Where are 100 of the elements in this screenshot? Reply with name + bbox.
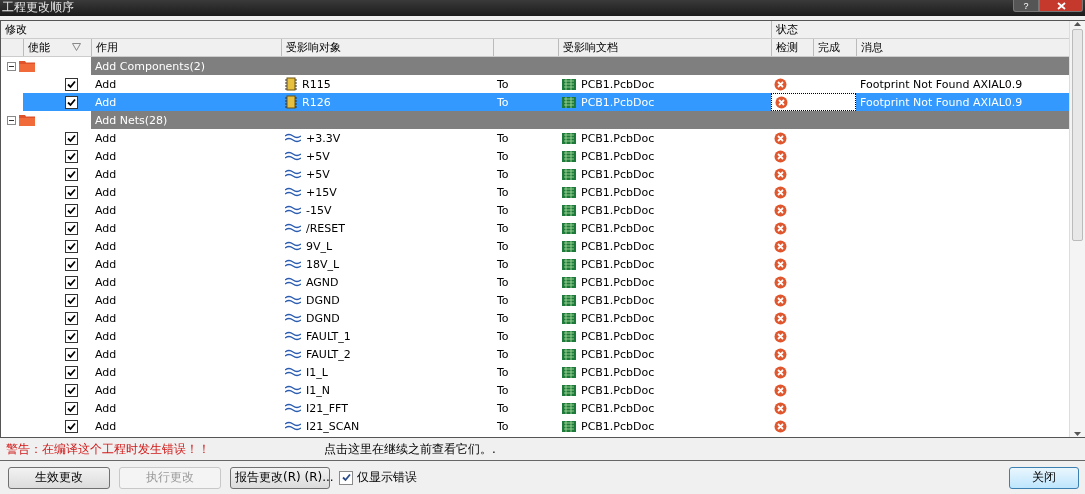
column-header[interactable]: 作用 [91,39,281,56]
close-icon[interactable] [1056,1,1066,10]
enable-checkbox[interactable] [65,257,78,271]
column-header[interactable]: 使能 [23,39,91,56]
document-text: PCB1.PcbDoc [581,419,655,433]
net-icon [285,331,301,341]
enable-checkbox[interactable] [65,221,78,235]
review-link[interactable]: 点击这里在继续之前查看它们。. [324,440,496,458]
enable-checkbox[interactable] [65,311,78,325]
enable-checkbox[interactable] [65,293,78,307]
to-text: To [496,185,510,199]
enable-checkbox[interactable] [65,239,78,253]
to-text: To [496,311,510,325]
action-text: Add [94,131,118,145]
net-icon [285,295,301,305]
only-errors-checkbox[interactable] [339,470,353,485]
column-header[interactable]: 检测 [771,39,813,56]
object-text: +3.3V [306,131,341,145]
pcb-document-icon [562,294,576,306]
net-icon [285,403,301,413]
net-icon [285,385,301,395]
error-icon [774,329,787,343]
error-icon [774,167,787,181]
object-text: +5V [306,149,330,163]
enable-checkbox[interactable] [65,167,78,181]
group-label: Add Components(2) [95,59,205,73]
close-button[interactable] [1039,0,1083,12]
pcb-document-icon [562,330,576,342]
enable-checkbox[interactable] [65,203,78,217]
column-header[interactable]: 完成 [813,39,856,56]
pcb-document-icon [562,204,576,216]
help-button[interactable]: ? [1013,0,1039,12]
net-icon [285,349,301,359]
action-text: Add [94,275,118,289]
net-icon [285,259,301,269]
enable-checkbox[interactable] [65,365,78,379]
error-icon [774,419,787,433]
document-text: PCB1.PcbDoc [581,383,655,397]
group-row[interactable]: Add Components(2) [91,57,1069,75]
column-header[interactable]: 受影响文档 [558,39,771,56]
collapse-icon[interactable] [7,115,16,125]
to-text: To [496,95,510,109]
pcb-document-icon [562,222,576,234]
object-text: /RESET [306,221,345,235]
net-icon [285,151,301,161]
pcb-document-icon [562,96,576,108]
enable-checkbox[interactable] [65,419,78,433]
action-text: Add [94,77,118,91]
pcb-document-icon [562,312,576,324]
action-text: Add [94,365,118,379]
object-text: 18V_L [306,257,340,271]
enable-checkbox[interactable] [65,347,78,361]
action-text: Add [94,239,118,253]
document-text: PCB1.PcbDoc [581,311,655,325]
checkbox-label: 仅显示错误 [357,469,417,486]
to-text: To [496,257,510,271]
document-text: PCB1.PcbDoc [581,167,655,181]
document-text: PCB1.PcbDoc [581,275,655,289]
to-text: To [496,149,510,163]
to-text: To [496,131,510,145]
scroll-down-icon[interactable] [1073,431,1082,437]
warning-text: 警告：在编译这个工程时发生错误！！ [6,440,211,458]
action-text: Add [94,401,118,415]
enable-checkbox[interactable] [65,275,78,289]
error-icon [774,149,787,163]
enable-checkbox[interactable] [65,95,78,109]
action-button[interactable]: 生效更改 [8,466,110,489]
to-text: To [496,383,510,397]
error-icon [774,77,787,91]
document-text: PCB1.PcbDoc [581,131,655,145]
action-text: Add [94,257,118,271]
action-text: Add [94,329,118,343]
collapse-icon[interactable] [7,61,16,71]
enable-checkbox[interactable] [65,149,78,163]
pcb-document-icon [562,186,576,198]
enable-checkbox[interactable] [65,401,78,415]
error-icon [774,203,787,217]
document-text: PCB1.PcbDoc [581,203,655,217]
error-icon [774,347,787,361]
column-header[interactable]: 受影响对象 [281,39,493,56]
enable-checkbox[interactable] [65,77,78,91]
object-text: I21_SCAN [306,419,360,433]
enable-checkbox[interactable] [65,383,78,397]
pcb-document-icon [562,258,576,270]
filter-icon[interactable] [72,42,81,51]
to-text: To [496,401,510,415]
scroll-up-icon[interactable] [1073,21,1082,27]
enable-checkbox[interactable] [65,131,78,145]
close-dialog-button[interactable]: 关闭 [1009,466,1079,489]
document-text: PCB1.PcbDoc [581,185,655,199]
action-text: Add [94,185,118,199]
group-row[interactable]: Add Nets(28) [91,111,1069,129]
to-text: To [496,347,510,361]
scrollbar[interactable] [1069,21,1085,437]
to-text: To [496,293,510,307]
enable-checkbox[interactable] [65,185,78,199]
document-text: PCB1.PcbDoc [581,221,655,235]
action-text: Add [94,293,118,307]
enable-checkbox[interactable] [65,329,78,343]
document-text: PCB1.PcbDoc [581,95,655,109]
